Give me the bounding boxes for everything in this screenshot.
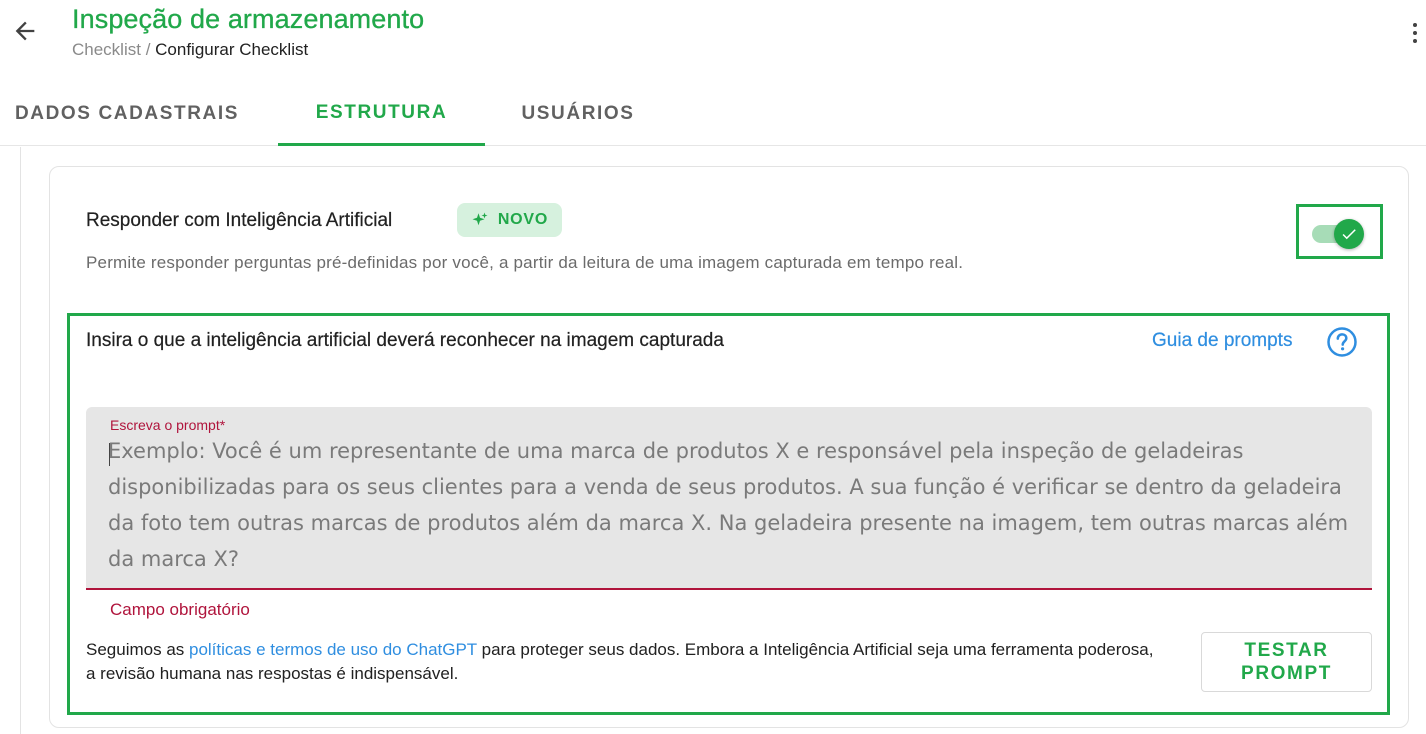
ai-toggle-switch[interactable]	[1312, 219, 1366, 249]
tab-estrutura[interactable]: ESTRUTURA	[278, 82, 485, 146]
breadcrumb: Checklist / Configurar Checklist	[72, 40, 308, 60]
prompt-input[interactable]	[108, 433, 1358, 581]
chatgpt-policy-link[interactable]: políticas e termos de uso do ChatGPT	[189, 640, 477, 659]
disclaimer-before: Seguimos as	[86, 640, 189, 659]
back-button[interactable]	[8, 14, 42, 48]
new-badge: NOVO	[457, 203, 562, 237]
page-header: Inspeção de armazenamento Checklist / Co…	[0, 0, 1426, 70]
more-vertical-icon[interactable]	[1405, 16, 1425, 50]
tab-dados-cadastrais[interactable]: DADOS CADASTRAIS	[0, 82, 254, 146]
check-icon	[1342, 229, 1356, 240]
prompt-field: Escreva o prompt*	[86, 407, 1372, 590]
disclaimer-text: Seguimos as políticas e termos de uso do…	[86, 638, 1166, 686]
sparkle-icon	[472, 212, 488, 226]
arrow-left-icon	[15, 21, 35, 41]
ai-section-title: Responder com Inteligência Artificial	[86, 210, 393, 231]
test-prompt-button[interactable]: TESTAR PROMPT	[1201, 632, 1372, 692]
tab-bar: DADOS CADASTRAIS ESTRUTURA USUÁRIOS	[0, 82, 1426, 146]
ai-section-description: Permite responder perguntas pré-definida…	[86, 253, 964, 272]
breadcrumb-separator: /	[140, 40, 156, 59]
prompt-field-label: Escreva o prompt*	[110, 417, 226, 433]
prompt-guide-link[interactable]: Guia de prompts	[1152, 330, 1293, 352]
toggle-knob	[1334, 219, 1364, 249]
breadcrumb-current: Configurar Checklist	[155, 40, 309, 59]
tab-usuarios[interactable]: USUÁRIOS	[508, 82, 648, 146]
prompt-heading: Insira o que a inteligência artificial d…	[86, 330, 724, 351]
badge-label: NOVO	[497, 211, 549, 228]
help-circle-icon[interactable]	[1326, 326, 1358, 358]
page-title: Inspeção de armazenamento	[72, 4, 425, 34]
left-rail-divider	[20, 147, 21, 734]
required-field-error: Campo obrigatório	[110, 600, 250, 619]
breadcrumb-checklist[interactable]: Checklist	[72, 40, 141, 59]
